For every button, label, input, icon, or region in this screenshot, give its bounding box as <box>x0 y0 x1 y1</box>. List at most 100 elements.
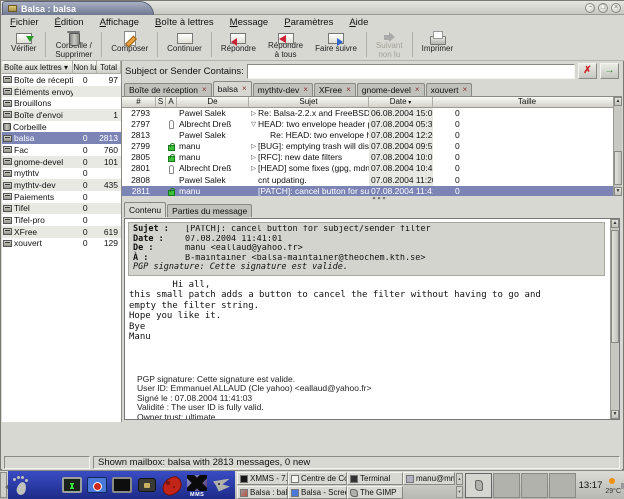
mailbox-row-paiements[interactable]: Paiements0 <box>2 191 121 203</box>
column-header-s[interactable]: S <box>156 97 166 108</box>
titlebar[interactable]: Balsa : balsa −□× <box>1 1 624 15</box>
workspace-4[interactable] <box>549 473 576 498</box>
task-manu-mmedi[interactable]: manu@mmedi <box>403 472 455 485</box>
screen-capture-icon[interactable] <box>85 474 109 498</box>
tab-close-icon[interactable]: × <box>462 86 467 94</box>
minimize-button[interactable]: − <box>585 3 595 13</box>
maximize-button[interactable]: □ <box>598 3 608 13</box>
thread-expander-icon[interactable]: ▷ <box>249 108 258 119</box>
scrollbar-thumb[interactable] <box>611 230 619 343</box>
scroll-down-icon[interactable]: ▼ <box>611 410 619 419</box>
workspace-2[interactable] <box>493 473 520 498</box>
task-centre-de-cont[interactable]: Centre de Cont <box>288 472 347 485</box>
thread-expander-icon[interactable]: ▷ <box>249 141 258 152</box>
camera-icon[interactable] <box>135 474 159 498</box>
mailbox-row-tifel[interactable]: Tifel0 <box>2 203 121 215</box>
tab-close-icon[interactable]: × <box>415 86 420 94</box>
message-row-2801[interactable]: 2801Albrecht Dreß▷[HEAD] some fixes (gpg… <box>122 163 622 174</box>
scroll-up-icon[interactable]: ▲ <box>611 219 619 228</box>
message-row-2811[interactable]: 2811manu[PATCH]: cancel button for subje… <box>122 186 622 196</box>
mailbox-row-tifel-pro[interactable]: Tifel-pro0 <box>2 214 121 226</box>
thread-expander-icon[interactable]: ▷ <box>249 152 258 163</box>
terminal-icon[interactable] <box>110 474 134 498</box>
preview-scrollbar[interactable]: ▲ ▼ <box>610 219 619 419</box>
message-row-2808[interactable]: 2808Pawel Salekcnt updating.07.08.2004 1… <box>122 175 622 186</box>
faire-suivre-button[interactable]: Faire suivre <box>309 29 363 60</box>
tab-close-icon[interactable]: × <box>346 86 351 94</box>
search-input[interactable] <box>247 64 575 79</box>
message-row-2797[interactable]: 2797Albrecht Dreß▽HEAD: two envelope hea… <box>122 119 622 130</box>
message-row-2793[interactable]: 2793Pawel Salek▷Re: Balsa-2.2.x and Free… <box>122 108 622 119</box>
scroll-down-icon[interactable]: ▼ <box>614 187 622 196</box>
column-header-a[interactable]: A <box>166 97 177 108</box>
xmms-icon[interactable]: MMS <box>185 474 209 498</box>
repondre-button[interactable]: Répondre <box>215 29 262 60</box>
message-row-2799[interactable]: 2799manu▷[BUG]: emptying trash will disp… <box>122 141 622 152</box>
column-header-taille[interactable]: Taille <box>433 97 622 108</box>
gnome-foot-icon[interactable] <box>10 474 34 498</box>
gimp-icon[interactable] <box>210 474 234 498</box>
thread-expander-icon[interactable]: ▷ <box>249 163 258 174</box>
message-row-2805[interactable]: 2805manu▷[RFC]: new date filters07.08.20… <box>122 152 622 163</box>
message-list-scrollbar[interactable]: ▲ ▼ <box>613 97 622 196</box>
tasks-scroll-up-icon[interactable]: ▲ <box>456 473 463 485</box>
message-row-2813[interactable]: 2813Pawel SalekRe: HEAD: two envelope he… <box>122 130 622 141</box>
mailbox-row-fac[interactable]: Fac0760 <box>2 144 121 156</box>
search-clear-button[interactable]: ✗ <box>578 63 597 79</box>
mailbox-row-balsa[interactable]: balsa02813 <box>2 132 121 144</box>
tab-close-icon[interactable]: × <box>242 85 247 93</box>
mozilla-icon[interactable] <box>160 474 184 498</box>
task-terminal[interactable]: Terminal <box>347 472 403 485</box>
continuer-button[interactable]: Continuer <box>161 29 208 60</box>
column-header-[interactable]: # <box>122 97 156 108</box>
close-button[interactable]: × <box>611 3 621 13</box>
composer-button[interactable]: Composer <box>105 29 154 60</box>
column-header-de[interactable]: De <box>177 97 249 108</box>
thread-expander-icon[interactable]: ▽ <box>249 119 258 130</box>
menu-boite-a-lettres[interactable]: Boîte à lettres <box>147 17 222 28</box>
preview-tab-contenu[interactable]: Contenu <box>124 202 166 217</box>
task-xmms-7-san[interactable]: XMMS - 7. San <box>237 472 288 485</box>
column-header-sujet[interactable]: Sujet <box>249 97 369 108</box>
menu-parametres[interactable]: Paramètres <box>276 17 341 28</box>
tab-mythtv-dev[interactable]: mythtv-dev× <box>253 83 313 96</box>
task-the-gimp[interactable]: The GIMP <box>347 486 403 499</box>
help-lifesaver-icon[interactable] <box>35 474 59 498</box>
mailbox-row-mythtv-dev[interactable]: mythtv-dev0435 <box>2 179 121 191</box>
pane-splitter[interactable] <box>122 196 622 202</box>
repondre-a-tous-button[interactable]: Répondre à tous <box>262 29 309 60</box>
sidebar-header-unread[interactable]: Non lu <box>73 61 97 74</box>
mailbox-row-brouillons[interactable]: Brouillons <box>2 97 121 109</box>
menu-aide[interactable]: Aide <box>341 17 376 28</box>
verifier-button[interactable]: Vérifier <box>5 29 42 60</box>
tasks-scroll-down-icon[interactable]: ▼ <box>456 486 463 498</box>
mailbox-row-gnome-devel[interactable]: gnome-devel0101 <box>2 156 121 168</box>
menu-message[interactable]: Message <box>222 17 277 28</box>
mailbox-row-boite-d-envoi[interactable]: Boîte d'envoi1 <box>2 109 121 121</box>
panel-hide-button[interactable] <box>0 472 7 498</box>
task-balsa-screen[interactable]: Balsa - Screen <box>288 486 347 499</box>
imprimer-button[interactable]: Imprimer <box>416 29 460 60</box>
tab-xfree[interactable]: XFree× <box>314 83 356 96</box>
search-apply-button[interactable]: → <box>600 63 619 79</box>
mailbox-row-elements-envoyes[interactable]: Éléments envoyés <box>2 86 121 98</box>
workspace-1[interactable] <box>465 473 492 498</box>
sidebar-header-name[interactable]: Boîte aux lettres ▾ <box>2 61 73 74</box>
menu-edition[interactable]: Édition <box>47 17 92 28</box>
menu-fichier[interactable]: Fichier <box>2 17 47 28</box>
titlebar-tab[interactable]: Balsa : balsa <box>2 1 154 15</box>
tab-xouvert[interactable]: xouvert× <box>426 83 473 96</box>
menu-affichage[interactable]: Affichage <box>92 17 147 28</box>
corbeille-supprimer-button[interactable]: Corbeille / Supprimer <box>49 29 98 60</box>
system-monitor-icon[interactable] <box>60 474 84 498</box>
tab-balsa[interactable]: balsa× <box>213 81 252 96</box>
mailbox-row-boite-de-reception[interactable]: Boîte de réception097 <box>2 74 121 86</box>
scrollbar-thumb[interactable] <box>614 151 622 186</box>
task-balsa-balsa[interactable]: Balsa : balsa <box>237 486 288 499</box>
scroll-up-icon[interactable]: ▲ <box>614 97 622 106</box>
sidebar-header-total[interactable]: Total <box>97 61 121 74</box>
column-header-date[interactable]: Date ▾ <box>369 97 433 108</box>
tab-close-icon[interactable]: × <box>202 86 207 94</box>
tab-boite-de-reception[interactable]: Boîte de réception× <box>124 83 212 96</box>
preview-tab-parties-du-message[interactable]: Parties du message <box>167 204 252 217</box>
